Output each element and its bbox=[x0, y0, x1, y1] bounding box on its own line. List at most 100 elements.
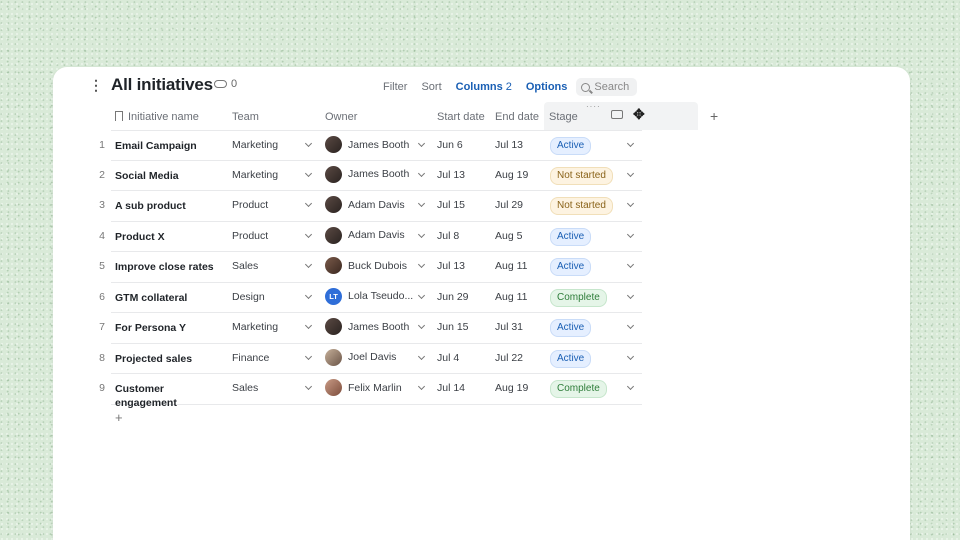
start-date[interactable]: Jul 4 bbox=[437, 352, 459, 364]
initiative-name[interactable]: Email Campaign bbox=[115, 139, 221, 153]
end-date[interactable]: Jul 13 bbox=[495, 139, 523, 151]
column-header-stage[interactable]: Stage bbox=[549, 111, 578, 123]
team-chevron-down-icon[interactable] bbox=[305, 354, 312, 361]
initiative-name[interactable]: For Persona Y bbox=[115, 321, 221, 335]
stage-chevron-down-icon[interactable] bbox=[627, 141, 634, 148]
stage-chevron-down-icon[interactable] bbox=[627, 262, 634, 269]
team-value[interactable]: Marketing bbox=[232, 139, 278, 151]
stage-chevron-down-icon[interactable] bbox=[627, 354, 634, 361]
initiative-name[interactable]: A sub product bbox=[115, 199, 221, 213]
initiative-name[interactable]: Social Media bbox=[115, 169, 221, 183]
stage-chevron-down-icon[interactable] bbox=[627, 323, 634, 330]
team-value[interactable]: Finance bbox=[232, 352, 269, 364]
table-row[interactable]: 2 Social Media Marketing James Booth Jul 13 A… bbox=[99, 161, 642, 191]
stage-chevron-down-icon[interactable] bbox=[627, 171, 634, 178]
owner-chevron-down-icon[interactable] bbox=[418, 171, 425, 178]
filter-button[interactable]: Filter bbox=[383, 81, 407, 93]
end-date[interactable]: Jul 29 bbox=[495, 199, 523, 211]
stage-badge[interactable]: Active bbox=[550, 349, 592, 368]
end-date[interactable]: Aug 19 bbox=[495, 382, 528, 394]
initiative-name[interactable]: Product X bbox=[115, 230, 221, 244]
columns-button[interactable]: Columns 2 bbox=[456, 81, 512, 93]
start-date[interactable]: Jul 15 bbox=[437, 199, 465, 211]
team-chevron-down-icon[interactable] bbox=[305, 262, 312, 269]
end-date[interactable]: Jul 22 bbox=[495, 352, 523, 364]
start-date[interactable]: Jul 8 bbox=[437, 230, 459, 242]
stage-badge[interactable]: Complete bbox=[550, 380, 607, 398]
team-value[interactable]: Design bbox=[232, 291, 265, 303]
options-button[interactable]: Options bbox=[526, 81, 568, 93]
initiative-name[interactable]: GTM collateral bbox=[115, 291, 221, 305]
owner-cell[interactable]: Adam Davis bbox=[325, 196, 405, 213]
add-column-button[interactable]: + bbox=[710, 108, 718, 124]
owner-cell[interactable]: Buck Dubois bbox=[325, 257, 407, 274]
owner-cell[interactable]: Joel Davis bbox=[325, 348, 396, 366]
start-date[interactable]: Jun 15 bbox=[437, 321, 469, 333]
stage-badge[interactable]: Not started bbox=[550, 197, 613, 215]
table-row[interactable]: 6 GTM collateral Design LT Lola Tseudo... Jun… bbox=[99, 283, 642, 313]
resize-cursor-icon[interactable]: ✥ bbox=[633, 106, 645, 123]
owner-cell[interactable]: James Booth bbox=[325, 318, 409, 335]
table-row[interactable]: 8 Projected sales Finance Joel Davis Jul 4 Ju… bbox=[99, 344, 642, 374]
owner-chevron-down-icon[interactable] bbox=[418, 354, 425, 361]
table-row[interactable]: 1 Email Campaign Marketing James Booth Jun 6… bbox=[99, 130, 642, 161]
team-chevron-down-icon[interactable] bbox=[305, 384, 312, 391]
team-chevron-down-icon[interactable] bbox=[305, 232, 312, 239]
column-header-end[interactable]: End date bbox=[495, 111, 539, 123]
stage-chevron-down-icon[interactable] bbox=[627, 384, 634, 391]
end-date[interactable]: Aug 19 bbox=[495, 169, 528, 181]
stage-chevron-down-icon[interactable] bbox=[627, 201, 634, 208]
team-value[interactable]: Product bbox=[232, 230, 268, 242]
search-input[interactable]: Search bbox=[576, 78, 638, 96]
owner-cell[interactable]: James Booth bbox=[325, 165, 409, 183]
drag-handle-icon[interactable]: ···· bbox=[586, 102, 601, 111]
stage-chevron-down-icon[interactable] bbox=[627, 232, 634, 239]
start-date[interactable]: Jul 14 bbox=[437, 382, 465, 394]
team-chevron-down-icon[interactable] bbox=[305, 323, 312, 330]
team-chevron-down-icon[interactable] bbox=[305, 141, 312, 148]
stage-badge[interactable]: Active bbox=[550, 258, 592, 276]
start-date[interactable]: Jun 29 bbox=[437, 291, 469, 303]
table-row[interactable]: 4 Product X Product Adam Davis Jul 8 Aug 5 Act… bbox=[99, 222, 642, 252]
table-row[interactable]: 9 Customer engagement Sales Felix Marlin Jul… bbox=[99, 374, 642, 409]
add-row-button[interactable]: + bbox=[115, 410, 123, 425]
column-header-owner[interactable]: Owner bbox=[325, 111, 357, 123]
owner-chevron-down-icon[interactable] bbox=[418, 141, 425, 148]
table-row[interactable]: 5 Improve close rates Sales Buck Dubois Jul … bbox=[99, 252, 642, 283]
stage-badge[interactable]: Complete bbox=[550, 288, 607, 307]
end-date[interactable]: Jul 31 bbox=[495, 321, 523, 333]
start-date[interactable]: Jul 13 bbox=[437, 260, 465, 272]
team-value[interactable]: Marketing bbox=[232, 169, 278, 181]
column-header-team[interactable]: Team bbox=[232, 111, 259, 123]
stage-badge[interactable]: Active bbox=[550, 137, 592, 155]
stage-chevron-down-icon[interactable] bbox=[627, 293, 634, 300]
more-menu-icon[interactable]: ⋮ bbox=[89, 77, 103, 93]
team-chevron-down-icon[interactable] bbox=[305, 171, 312, 178]
owner-cell[interactable]: Felix Marlin bbox=[325, 379, 402, 396]
table-row[interactable]: 7 For Persona Y Marketing James Booth Jun 15… bbox=[99, 313, 642, 344]
start-date[interactable]: Jul 13 bbox=[437, 169, 465, 181]
initiative-name[interactable]: Improve close rates bbox=[115, 260, 221, 274]
owner-chevron-down-icon[interactable] bbox=[418, 293, 425, 300]
end-date[interactable]: Aug 5 bbox=[495, 230, 522, 242]
owner-chevron-down-icon[interactable] bbox=[418, 232, 425, 239]
stage-badge[interactable]: Active bbox=[550, 227, 592, 246]
owner-cell[interactable]: Adam Davis bbox=[325, 226, 405, 244]
stage-badge[interactable]: Not started bbox=[550, 166, 613, 185]
team-value[interactable]: Product bbox=[232, 199, 268, 211]
table-row[interactable]: 3 A sub product Product Adam Davis Jul 15 Jul… bbox=[99, 191, 642, 222]
team-value[interactable]: Sales bbox=[232, 260, 258, 272]
team-value[interactable]: Sales bbox=[232, 382, 258, 394]
stage-badge[interactable]: Active bbox=[550, 319, 592, 337]
owner-cell[interactable]: LT Lola Tseudo... bbox=[325, 287, 413, 305]
column-header-start[interactable]: Start date bbox=[437, 111, 485, 123]
team-chevron-down-icon[interactable] bbox=[305, 293, 312, 300]
owner-chevron-down-icon[interactable] bbox=[418, 262, 425, 269]
sort-button[interactable]: Sort bbox=[421, 81, 441, 93]
column-header-name[interactable]: Initiative name bbox=[115, 111, 199, 123]
link-count[interactable]: 0 bbox=[214, 78, 237, 90]
owner-chevron-down-icon[interactable] bbox=[418, 384, 425, 391]
start-date[interactable]: Jun 6 bbox=[437, 139, 463, 151]
team-value[interactable]: Marketing bbox=[232, 321, 278, 333]
owner-cell[interactable]: James Booth bbox=[325, 136, 409, 153]
